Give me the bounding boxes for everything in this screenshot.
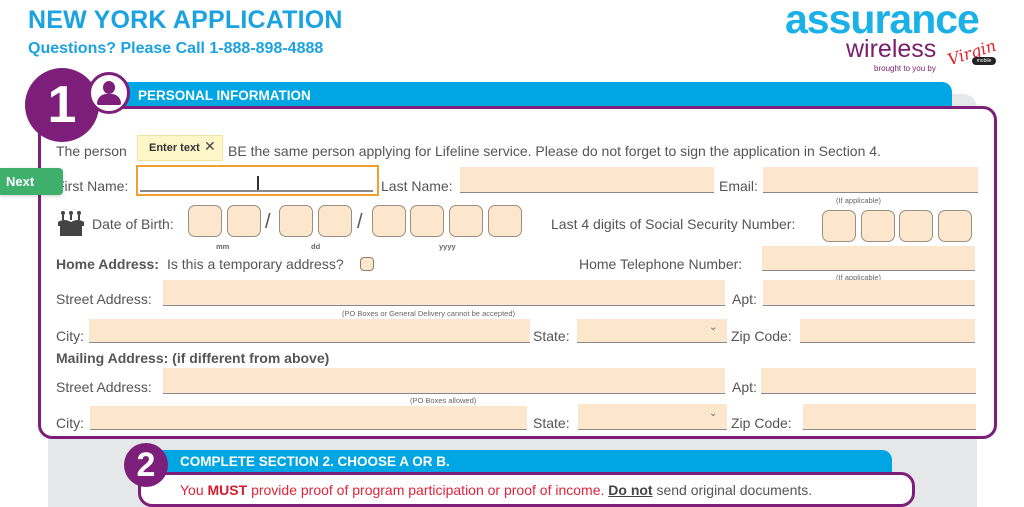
mailing-address-label: Mailing Address: (if different from abov… — [56, 350, 330, 366]
state-select[interactable] — [577, 319, 727, 343]
section2-text-donot: Do not — [608, 482, 653, 498]
dob-day-digit-1[interactable] — [279, 205, 313, 237]
next-button[interactable]: Next — [0, 168, 63, 195]
city-field[interactable] — [89, 319, 530, 343]
temp-address-checkbox[interactable] — [360, 257, 374, 271]
section2-number: 2 — [124, 443, 168, 487]
first-name-underline — [140, 190, 373, 192]
tooltip-close-icon[interactable]: ✕ — [204, 138, 216, 155]
street-address-field[interactable] — [163, 280, 725, 306]
ssn-digit-3[interactable] — [899, 210, 933, 242]
first-name-label: First Name: — [56, 178, 129, 194]
intro-text-after: BE the same person applying for Lifeline… — [228, 143, 881, 159]
last-name-field[interactable] — [460, 167, 714, 193]
dob-separator-2: / — [357, 211, 363, 233]
virgin-mobile-badge: mobile — [972, 57, 996, 65]
ssn-label: Last 4 digits of Social Security Number: — [551, 216, 796, 232]
ssn-digit-4[interactable] — [938, 210, 972, 242]
home-address-label: Home Address: — [56, 256, 159, 272]
dob-month-digit-2[interactable] — [227, 205, 261, 237]
mailing-state-chevron-down-icon: ⌄ — [709, 408, 718, 419]
phone-line: Questions? Please Call 1-888-898-4888 — [28, 40, 324, 57]
section2-text-must: MUST — [207, 482, 248, 498]
zip-label: Zip Code: — [731, 328, 792, 344]
ssn-digit-2[interactable] — [861, 210, 895, 242]
mailing-street-note: (PO Boxes allowed) — [410, 396, 477, 405]
mailing-city-label: City: — [56, 415, 84, 431]
mailing-state-label: State: — [533, 415, 570, 431]
dob-year-digit-3[interactable] — [449, 205, 483, 237]
dob-year-digit-1[interactable] — [372, 205, 406, 237]
mailing-street-label: Street Address: — [56, 379, 152, 395]
birthday-cake-icon — [58, 211, 84, 236]
dob-label: Date of Birth: — [92, 216, 174, 232]
mailing-apt-field[interactable] — [761, 368, 976, 394]
home-phone-field[interactable] — [762, 246, 975, 271]
section2-title: COMPLETE SECTION 2. CHOOSE A OR B. — [180, 454, 450, 469]
section2-text-end: send original documents. — [652, 482, 813, 498]
apt-label: Apt: — [732, 291, 757, 307]
mailing-state-select[interactable] — [578, 404, 727, 430]
mailing-zip-field[interactable] — [803, 404, 976, 430]
section1-number: 1 — [25, 68, 99, 142]
text-cursor — [257, 176, 259, 190]
person-icon-body — [97, 94, 121, 105]
dob-year-digit-4[interactable] — [488, 205, 522, 237]
page-title: NEW YORK APPLICATION — [28, 6, 343, 34]
mailing-apt-label: Apt: — [732, 379, 757, 395]
temp-address-question: Is this a temporary address? — [167, 256, 344, 272]
state-label: State: — [533, 328, 570, 344]
home-phone-label: Home Telephone Number: — [579, 256, 743, 272]
intro-text-before: The person — [56, 143, 127, 159]
ssn-digit-1[interactable] — [822, 210, 856, 242]
street-address-label: Street Address: — [56, 291, 152, 307]
city-label: City: — [56, 328, 84, 344]
email-label: Email: — [719, 178, 758, 194]
dob-dd-caption: dd — [311, 242, 321, 251]
dob-year-digit-2[interactable] — [410, 205, 444, 237]
apt-field[interactable] — [763, 280, 975, 306]
dob-yyyy-caption: yyyy — [439, 242, 456, 251]
state-chevron-down-icon: ⌄ — [709, 322, 718, 333]
person-icon-head — [103, 81, 115, 94]
section2-text-you: You — [180, 482, 208, 498]
email-note: (If applicable) — [836, 196, 882, 205]
logo-wireless: wireless — [846, 35, 937, 63]
dob-separator-1: / — [265, 211, 271, 233]
mailing-city-field[interactable] — [90, 406, 527, 430]
dob-day-digit-2[interactable] — [318, 205, 352, 237]
zip-field[interactable] — [800, 319, 975, 343]
section1-title: PERSONAL INFORMATION — [138, 88, 311, 103]
street-address-note: (PO Boxes or General Delivery cannot be … — [342, 309, 516, 318]
section2-text-middle: provide proof of program participation o… — [247, 482, 609, 498]
section2-instructions: You MUST provide proof of program partic… — [180, 482, 812, 498]
mailing-street-field[interactable] — [163, 368, 725, 394]
mailing-zip-label: Zip Code: — [731, 415, 792, 431]
last-name-label: Last Name: — [381, 178, 453, 194]
logo-brought-by: brought to you by — [874, 64, 936, 73]
email-field[interactable] — [763, 167, 978, 193]
dob-mm-caption: mm — [216, 242, 230, 251]
dob-month-digit-1[interactable] — [188, 205, 222, 237]
